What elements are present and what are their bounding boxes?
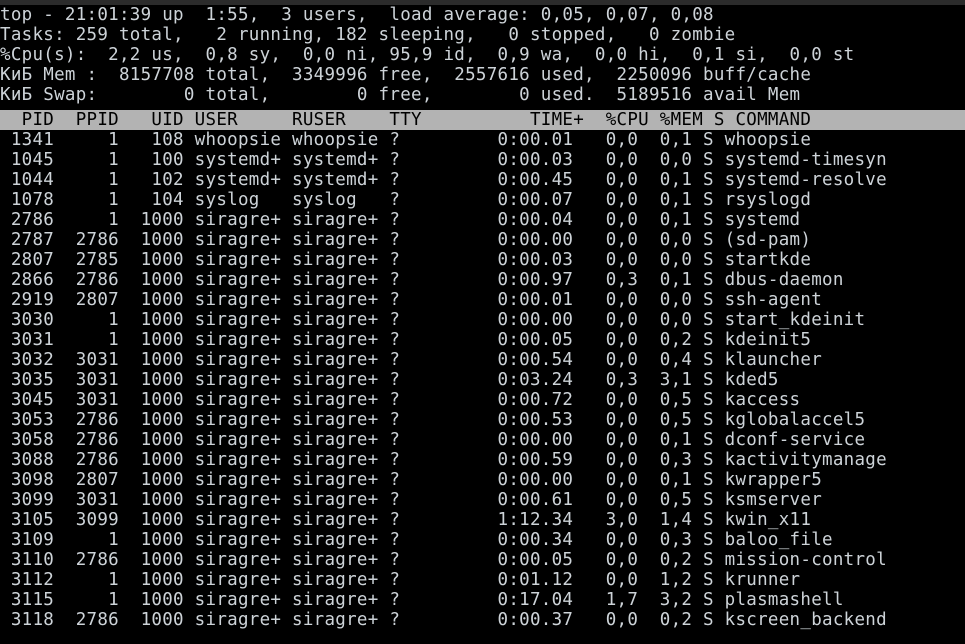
table-row[interactable]: 2807 2785 1000 siragre+ siragre+ ? 0:00.… <box>0 250 965 270</box>
table-row[interactable]: 3098 2807 1000 siragre+ siragre+ ? 0:00.… <box>0 470 965 490</box>
summary-uptime-line: top - 21:01:39 up 1:55, 3 users, load av… <box>0 5 965 25</box>
table-row[interactable]: 3112 1 1000 siragre+ siragre+ ? 0:01.12 … <box>0 570 965 590</box>
table-row[interactable]: 1078 1 104 syslog syslog ? 0:00.07 0,0 0… <box>0 190 965 210</box>
table-row[interactable]: 1341 1 108 whoopsie whoopsie ? 0:00.01 0… <box>0 130 965 150</box>
table-row[interactable]: 3045 3031 1000 siragre+ siragre+ ? 0:00.… <box>0 390 965 410</box>
terminal-screen[interactable]: top - 21:01:39 up 1:55, 3 users, load av… <box>0 5 965 630</box>
table-row[interactable]: 1045 1 100 systemd+ systemd+ ? 0:00.03 0… <box>0 150 965 170</box>
table-row[interactable]: 3030 1 1000 siragre+ siragre+ ? 0:00.00 … <box>0 310 965 330</box>
table-row[interactable]: 3105 3099 1000 siragre+ siragre+ ? 1:12.… <box>0 510 965 530</box>
process-table-header[interactable]: PID PPID UID USER RUSER TTY TIME+ %CPU %… <box>0 110 965 130</box>
process-table-body[interactable]: 1341 1 108 whoopsie whoopsie ? 0:00.01 0… <box>0 130 965 630</box>
summary-memory-line: КиБ Mem : 8157708 total, 3349996 free, 2… <box>0 65 965 85</box>
summary-swap-line: КиБ Swap: 0 total, 0 free, 0 used. 51895… <box>0 85 965 105</box>
table-row[interactable]: 2786 1 1000 siragre+ siragre+ ? 0:00.04 … <box>0 210 965 230</box>
table-row[interactable]: 3088 2786 1000 siragre+ siragre+ ? 0:00.… <box>0 450 965 470</box>
table-row[interactable]: 3099 3031 1000 siragre+ siragre+ ? 0:00.… <box>0 490 965 510</box>
table-row[interactable]: 3053 2786 1000 siragre+ siragre+ ? 0:00.… <box>0 410 965 430</box>
terminal-window[interactable]: top - 21:01:39 up 1:55, 3 users, load av… <box>0 0 965 644</box>
table-row[interactable]: 3032 3031 1000 siragre+ siragre+ ? 0:00.… <box>0 350 965 370</box>
summary-tasks-line: Tasks: 259 total, 2 running, 182 sleepin… <box>0 25 965 45</box>
table-row[interactable]: 3058 2786 1000 siragre+ siragre+ ? 0:00.… <box>0 430 965 450</box>
summary-cpu-line: %Cpu(s): 2,2 us, 0,8 sy, 0,0 ni, 95,9 id… <box>0 45 965 65</box>
table-row[interactable]: 3031 1 1000 siragre+ siragre+ ? 0:00.05 … <box>0 330 965 350</box>
table-row[interactable]: 2919 2807 1000 siragre+ siragre+ ? 0:00.… <box>0 290 965 310</box>
table-row[interactable]: 1044 1 102 systemd+ systemd+ ? 0:00.45 0… <box>0 170 965 190</box>
table-row[interactable]: 3115 1 1000 siragre+ siragre+ ? 0:17.04 … <box>0 590 965 610</box>
table-row[interactable]: 2787 2786 1000 siragre+ siragre+ ? 0:00.… <box>0 230 965 250</box>
table-row[interactable]: 3109 1 1000 siragre+ siragre+ ? 0:00.34 … <box>0 530 965 550</box>
table-row[interactable]: 3110 2786 1000 siragre+ siragre+ ? 0:00.… <box>0 550 965 570</box>
table-row[interactable]: 3118 2786 1000 siragre+ siragre+ ? 0:00.… <box>0 610 965 630</box>
table-row[interactable]: 3035 3031 1000 siragre+ siragre+ ? 0:03.… <box>0 370 965 390</box>
table-row[interactable]: 2866 2786 1000 siragre+ siragre+ ? 0:00.… <box>0 270 965 290</box>
